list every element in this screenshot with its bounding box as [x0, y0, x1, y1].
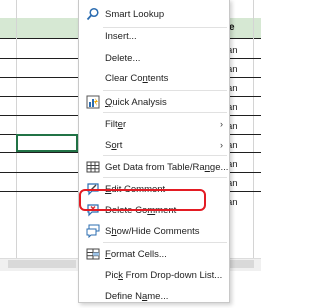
selected-cell[interactable] [16, 134, 78, 152]
menu-separator [103, 155, 227, 156]
menu-item-label: Get Data from Table/Range... [105, 162, 229, 173]
context-menu: Smart Lookup Insert... Delete... Clear C… [78, 0, 230, 303]
menu-item-delete[interactable]: Delete... [79, 48, 229, 70]
highlight-box [79, 189, 206, 211]
menu-item-pick-from-list[interactable]: Pick From Drop-down List... [79, 265, 229, 287]
menu-item-label: Define Name... [105, 291, 169, 302]
menu-item-sort[interactable]: Sort › [79, 135, 229, 157]
menu-item-label: Format Cells... [105, 249, 167, 260]
menu-item-quick-analysis[interactable]: Quick Analysis [79, 92, 229, 114]
menu-item-label: Filter [105, 119, 127, 130]
quick-analysis-icon [86, 95, 100, 109]
menu-item-filter[interactable]: Filter › [79, 114, 229, 136]
menu-separator [103, 242, 227, 243]
search-icon [86, 7, 100, 21]
menu-item-label: Clear Contents [105, 73, 169, 84]
menu-item-smart-lookup[interactable]: Smart Lookup [79, 4, 229, 26]
menu-item-insert[interactable]: Insert... [79, 26, 229, 48]
menu-item-get-data[interactable]: Get Data from Table/Range... [79, 157, 229, 179]
show-hide-comments-icon [86, 224, 100, 239]
menu-item-label: Show/Hide Comments [105, 226, 200, 237]
menu-item-label: Insert... [105, 31, 137, 42]
menu-item-define-name[interactable]: Define Name... [79, 286, 229, 308]
menu-item-label: Smart Lookup [105, 9, 165, 20]
format-cells-icon [86, 247, 100, 261]
scrollbar-thumb[interactable] [8, 260, 76, 268]
table-icon [86, 160, 100, 174]
menu-item-format-cells[interactable]: Format Cells... [79, 244, 229, 266]
menu-item-label: Quick Analysis [105, 97, 167, 108]
chevron-right-icon: › [220, 140, 223, 150]
menu-item-label: Pick From Drop-down List... [105, 270, 223, 281]
menu-item-clear-contents[interactable]: Clear Contents [79, 68, 229, 90]
chevron-right-icon: › [220, 119, 223, 129]
menu-item-label: Delete... [105, 53, 141, 64]
menu-item-label: Sort [105, 140, 123, 151]
menu-separator [103, 177, 227, 178]
menu-item-show-hide-comments[interactable]: Show/Hide Comments [79, 221, 229, 243]
menu-separator [103, 90, 227, 91]
menu-separator [103, 112, 227, 113]
